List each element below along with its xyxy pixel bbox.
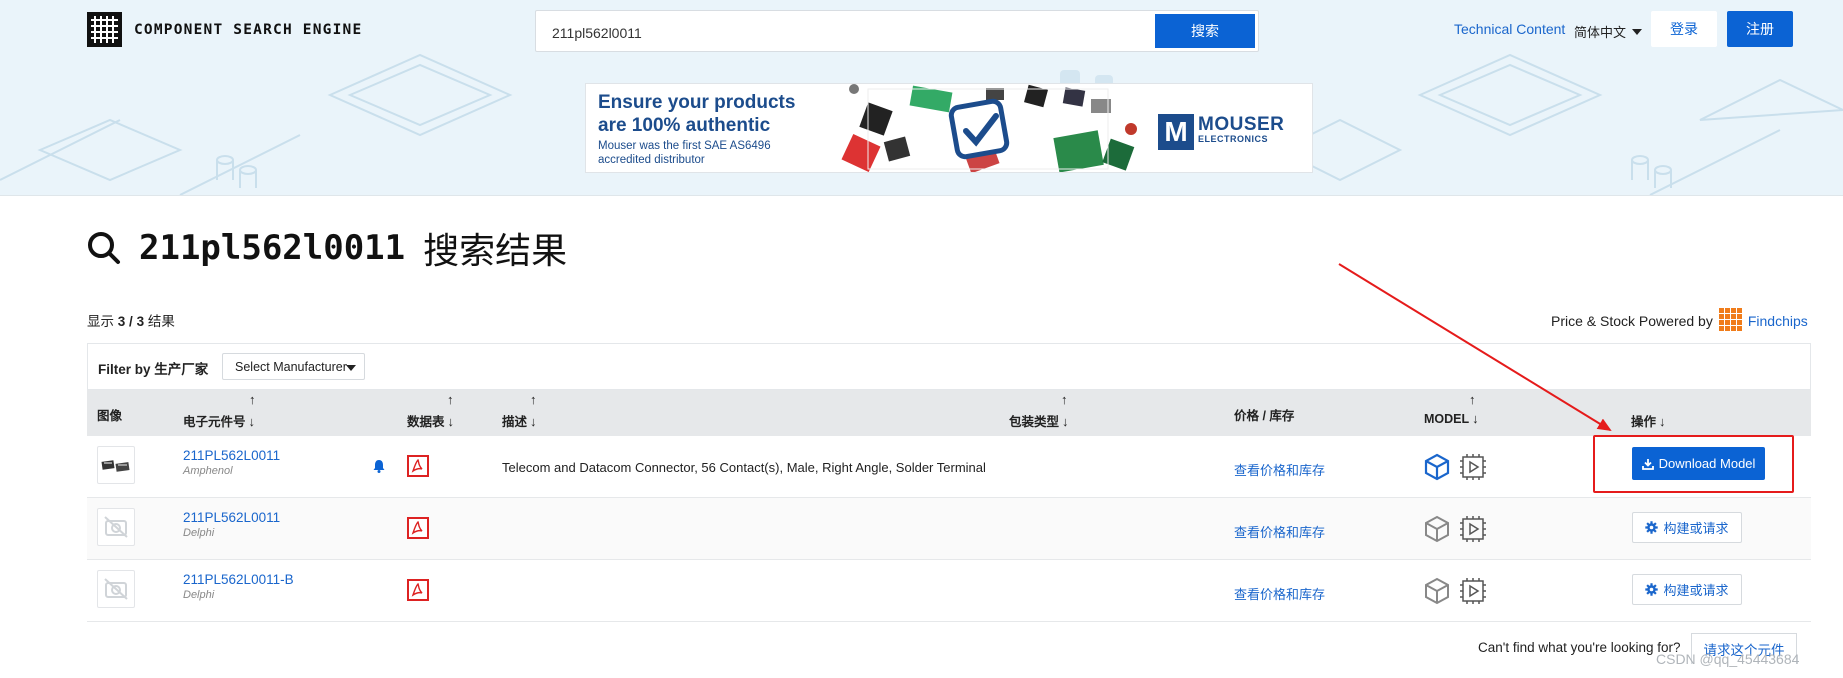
connector-image [101,460,130,472]
watermark-text: CSDN @qq_45443684 [1656,651,1800,667]
sort-asc-icon[interactable]: ↑ [530,392,537,407]
chevron-down-icon [346,365,356,371]
findchips-logo-icon [1718,308,1742,331]
col-image: 图像 [97,409,123,423]
table-header: 图像 ↑ 电子元件号 ↓ ↑ 数据表 ↓ ↑ 描述 ↓ ↑ 包装类型 ↓ 价格 / 库存… [87,390,1811,436]
register-button[interactable]: 注册 [1727,11,1793,47]
sort-asc-icon[interactable]: ↑ [447,392,454,407]
login-button[interactable]: 登录 [1651,11,1717,47]
search-icon [88,232,120,264]
col-datasheet[interactable]: 数据表 ↓ [407,411,454,430]
cant-find-text: Can't find what you're looking for? [1478,640,1681,655]
sort-desc-icon: ↓ [530,414,537,429]
build-or-request-button[interactable]: 构建或请求 [1632,512,1742,543]
price-stock-link[interactable]: 查看价格和库存 [1234,522,1325,541]
chevron-down-icon [1632,28,1643,35]
col-price-stock: 价格 / 库存 [1234,409,1295,423]
no-image-icon [104,578,128,600]
header-hero: COMPONENT SEARCH ENGINE 搜索 Technical Con… [0,0,1843,196]
col-model[interactable]: MODEL ↓ [1424,411,1479,426]
sort-desc-icon: ↓ [447,414,455,429]
site-logo[interactable]: COMPONENT SEARCH ENGINE [87,12,362,47]
part-thumbnail[interactable] [97,508,135,546]
build-or-request-button[interactable]: 构建或请求 [1632,574,1742,605]
col-part-number[interactable]: 电子元件号 ↓ [183,411,255,430]
table-row: 211PL562L0011-B Delphi 查看价格和库存 构建或请求 [87,560,1811,622]
price-stock-link[interactable]: 查看价格和库存 [1234,460,1325,479]
sort-asc-icon[interactable]: ↑ [1061,392,1068,407]
table-row: 211PL562L0011 Amphenol Telecom and Datac… [87,436,1811,498]
col-package[interactable]: 包装类型 ↓ [1009,411,1069,430]
count-shown: 3 [117,314,126,329]
title-query: 211pl562l0011 [139,228,406,268]
filter-bar: Filter by 生产厂家 Select Manufacturer [87,343,1811,390]
gear-icon [1645,583,1659,596]
pdf-datasheet-icon[interactable] [407,517,429,539]
filter-label: Filter by 生产厂家 [98,362,209,377]
manufacturer-select-value: Select Manufacturer [235,359,347,374]
sort-desc-icon: ↓ [248,414,256,429]
ad-banner[interactable]: Ensure your products are 100% authentic … [585,83,1313,173]
title-suffix: 搜索结果 [423,231,568,272]
search-bar: 搜索 [535,10,1259,52]
manufacturer-name: Delphi [183,527,215,539]
manufacturer-select[interactable]: Select Manufacturer [222,353,365,380]
page-title: 211pl562l0011 搜索结果 [87,222,567,274]
table-row: 211PL562L0011 Delphi 查看价格和库存 构建或请求 [87,498,1811,560]
sort-desc-icon: ↓ [1472,411,1479,426]
part-number-link[interactable]: 211PL562L0011-B [183,572,294,587]
search-button[interactable]: 搜索 [1155,14,1255,48]
part-number-link[interactable]: 211PL562L0011 [183,510,280,525]
sort-desc-icon: ↓ [1659,414,1666,429]
video-play-icon[interactable] [1459,453,1487,481]
sort-desc-icon: ↓ [1062,414,1069,429]
annotation-highlight-box [1593,435,1794,493]
video-play-icon[interactable] [1459,515,1487,543]
part-thumbnail[interactable] [97,446,135,484]
count-suffix: 结果 [147,314,175,329]
manufacturer-name: Delphi [183,589,215,601]
grid-logo-icon [87,12,122,47]
technical-content-link[interactable]: Technical Content [1454,21,1565,37]
build-or-request-label: 构建或请求 [1663,583,1729,598]
count-prefix: 显示 [87,314,114,329]
findchips-link[interactable]: Findchips [1748,313,1808,329]
mouser-mark: M [1158,114,1194,150]
3d-model-unavailable-icon[interactable] [1424,577,1450,605]
powered-text: Price & Stock Powered by [1551,313,1713,329]
col-description[interactable]: 描述 ↓ [502,411,537,430]
language-label: 简体中文 [1574,25,1627,40]
video-play-icon[interactable] [1459,577,1487,605]
mouser-name: MOUSER [1198,114,1285,135]
sort-asc-icon[interactable]: ↑ [249,392,256,407]
price-stock-link[interactable]: 查看价格和库存 [1234,584,1325,603]
pdf-datasheet-icon[interactable] [407,579,429,601]
gear-icon [1645,521,1659,534]
3d-model-unavailable-icon[interactable] [1424,515,1450,543]
build-or-request-label: 构建或请求 [1663,521,1729,536]
mouser-logo: M MOUSER ELECTRONICS [1158,114,1284,150]
pdf-datasheet-icon[interactable] [407,455,429,477]
language-selector[interactable]: 简体中文 [1574,22,1643,41]
no-image-icon [104,516,128,538]
bell-icon[interactable] [373,459,385,473]
sort-asc-icon[interactable]: ↑ [1469,392,1476,407]
3d-model-icon[interactable] [1424,453,1450,481]
part-description: Telecom and Datacom Connector, 56 Contac… [502,460,986,475]
logo-text: COMPONENT SEARCH ENGINE [134,21,363,38]
count-separator: / [129,314,133,329]
col-actions[interactable]: 操作 ↓ [1631,411,1666,430]
count-total: 3 [136,314,145,329]
powered-by: Price & Stock Powered by Findchips [1551,306,1808,336]
manufacturer-name: Amphenol [183,465,233,477]
part-thumbnail[interactable] [97,570,135,608]
result-count: 显示 3 / 3 结果 [87,310,175,330]
part-number-link[interactable]: 211PL562L0011 [183,448,280,463]
search-input[interactable] [550,21,1154,45]
